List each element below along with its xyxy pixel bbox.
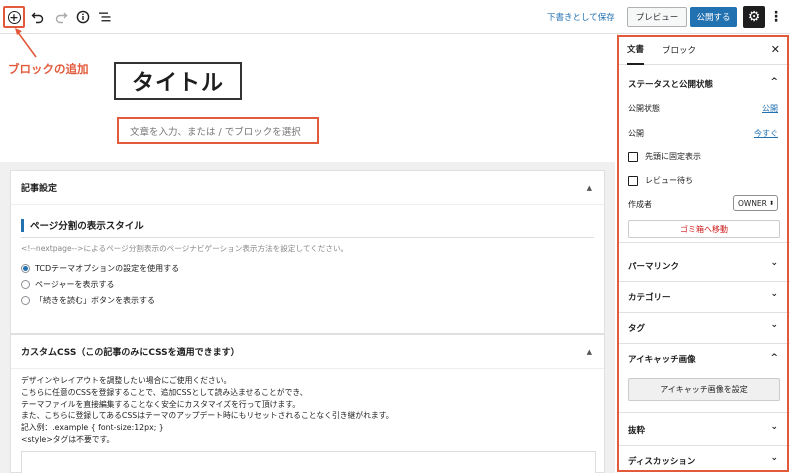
- pagebreak-title-text: ページ分割の表示スタイル: [30, 221, 144, 232]
- list-view-icon: [99, 12, 111, 22]
- checkbox-label: レビュー待ち: [645, 176, 693, 185]
- settings-button[interactable]: ⚙: [743, 6, 765, 28]
- custom-css-header[interactable]: カスタムCSS（この記事のみにCSSを適用できます）: [11, 335, 604, 369]
- add-block-button[interactable]: +: [3, 6, 25, 28]
- radio-button[interactable]: [21, 296, 30, 305]
- gear-icon: ⚙: [747, 9, 761, 25]
- section-heading: 抜粋: [628, 426, 646, 436]
- description-line: こちらに任意のCSSを登録することで、追加CSSとして読み込ませることができ、: [21, 387, 308, 397]
- checkbox-label: 先頭に固定表示: [645, 152, 701, 161]
- more-vertical-icon: ⋮: [769, 9, 783, 25]
- description-line: <style>タグは不要です。: [21, 434, 115, 444]
- chevron-down-icon[interactable]: ⌄: [770, 422, 778, 432]
- section-heading: パーマリンク: [628, 262, 680, 272]
- author-label: 作成者: [628, 200, 652, 209]
- settings-sidebar: 文書 ブロック ✕ ステータスと公開状態 ^ 公開状態 公開 公開 今すぐ 先頭…: [617, 34, 790, 473]
- categories-section[interactable]: カテゴリー ⌄: [618, 282, 790, 313]
- discussion-section[interactable]: ディスカッション ⌄: [618, 446, 790, 473]
- excerpt-section[interactable]: 抜粋 ⌄: [618, 413, 790, 446]
- radio-selected-dot: [23, 266, 28, 271]
- radio-button[interactable]: [21, 280, 30, 289]
- section-accent-bar: [21, 218, 24, 232]
- info-icon: [76, 10, 90, 24]
- description-line: テーマファイルを直接編集することなく安全にカスタマイズを行って頂けます。: [21, 399, 301, 409]
- radio-label: 「続きを読む」ボタンを表示する: [35, 296, 155, 305]
- custom-css-description: デザインやレイアウトを調整したい場合にご使用ください。 こちらに任意のCSSを登…: [21, 375, 394, 446]
- visibility-link[interactable]: 公開: [762, 103, 778, 114]
- chevron-down-icon[interactable]: ⌄: [770, 320, 778, 330]
- publish-date-link[interactable]: 今すぐ: [754, 128, 778, 139]
- redo-button[interactable]: [50, 6, 72, 28]
- sticky-checkbox[interactable]: [628, 151, 638, 162]
- author-value: OWNER: [738, 198, 767, 208]
- sidebar-tabs: 文書 ブロック ✕: [618, 35, 790, 65]
- publish-date-label: 公開: [628, 129, 644, 138]
- author-select[interactable]: OWNER ⬍: [733, 195, 778, 211]
- post-title-input[interactable]: タイトル: [114, 62, 242, 100]
- article-settings-panel: 記事設定 ▲ ページ分割の表示スタイル <!--nextpage-->によるペー…: [10, 170, 605, 334]
- chevron-down-icon[interactable]: ⌄: [770, 453, 778, 463]
- section-heading[interactable]: ステータスと公開状態: [628, 78, 713, 90]
- sticky-checkbox-row[interactable]: 先頭に固定表示: [628, 151, 701, 162]
- pagebreak-description: <!--nextpage-->によるページ分割表示のページナビゲーション表示方法…: [21, 244, 349, 253]
- chevron-down-icon[interactable]: ⌄: [770, 289, 778, 299]
- annotation-label: ブロックの追加: [8, 62, 89, 76]
- panel-title: カスタムCSS（この記事のみにCSSを適用できます）: [21, 348, 240, 358]
- radio-option-readmore[interactable]: 「続きを読む」ボタンを表示する: [21, 295, 155, 306]
- publish-button[interactable]: 公開する: [690, 7, 737, 27]
- section-heading: ディスカッション: [628, 457, 696, 467]
- featured-image-section: アイキャッチ画像 ^ アイキャッチ画像を設定: [618, 344, 790, 413]
- section-heading: タグ: [628, 324, 646, 334]
- panel-title: 記事設定: [21, 184, 58, 194]
- pagebreak-title: ページ分割の表示スタイル: [21, 218, 144, 232]
- description-line: 記入例：.example { font-size:12px; }: [21, 423, 164, 433]
- section-heading[interactable]: アイキャッチ画像: [628, 353, 696, 365]
- plus-icon: +: [7, 10, 21, 24]
- redo-icon: [55, 12, 68, 24]
- editor-toolbar: + 下書きとして保存 プレビュー 公開する ⚙ ⋮: [0, 0, 790, 34]
- chevron-down-icon[interactable]: ⌄: [770, 258, 778, 268]
- pending-checkbox[interactable]: [628, 175, 638, 186]
- details-button[interactable]: [72, 6, 94, 28]
- status-visibility-section: ステータスと公開状態 ^ 公開状態 公開 公開 今すぐ 先頭に固定表示 レビュー…: [618, 65, 790, 243]
- description-line: また、こちらに登録してあるCSSはテーマのアップデート時にもリセットされることな…: [21, 411, 394, 421]
- chevron-up-icon[interactable]: ^: [770, 77, 778, 87]
- list-view-button[interactable]: [94, 6, 116, 28]
- annotation-arrow-icon: [15, 28, 37, 58]
- preview-button[interactable]: プレビュー: [627, 7, 687, 27]
- permalink-section[interactable]: パーマリンク ⌄: [618, 251, 790, 282]
- set-featured-image-button[interactable]: アイキャッチ画像を設定: [628, 378, 780, 401]
- save-draft-button[interactable]: 下書きとして保存: [547, 11, 615, 23]
- close-icon[interactable]: ✕: [771, 43, 780, 56]
- divider: [21, 237, 594, 238]
- pending-checkbox-row[interactable]: レビュー待ち: [628, 175, 693, 186]
- more-options-button[interactable]: ⋮: [769, 6, 783, 28]
- collapse-caret-icon[interactable]: ▲: [587, 348, 592, 356]
- select-arrows-icon: ⬍: [768, 199, 774, 207]
- paragraph-block-placeholder[interactable]: 文章を入力、または / でブロックを選択: [117, 117, 319, 144]
- undo-button[interactable]: [27, 6, 49, 28]
- undo-icon: [31, 12, 44, 24]
- article-settings-header[interactable]: 記事設定: [11, 171, 604, 205]
- collapse-caret-icon[interactable]: ▲: [587, 184, 592, 192]
- visibility-label: 公開状態: [628, 104, 660, 113]
- radio-label: ページャーを表示する: [35, 280, 115, 289]
- section-heading: カテゴリー: [628, 293, 671, 303]
- radio-button[interactable]: [21, 264, 30, 273]
- custom-css-textarea[interactable]: [21, 451, 596, 473]
- radio-label: TCDテーマオプションの設定を使用する: [35, 264, 180, 273]
- tags-section[interactable]: タグ ⌄: [618, 313, 790, 344]
- chevron-up-icon[interactable]: ^: [770, 353, 778, 363]
- custom-css-panel: カスタムCSS（この記事のみにCSSを適用できます） ▲ デザインやレイアウトを…: [10, 334, 605, 473]
- description-line: デザインやレイアウトを調整したい場合にご使用ください。: [21, 376, 232, 385]
- tab-document[interactable]: 文書: [627, 35, 645, 65]
- radio-option-theme[interactable]: TCDテーマオプションの設定を使用する: [21, 263, 179, 274]
- tab-block[interactable]: ブロック: [662, 35, 696, 65]
- radio-option-pager[interactable]: ページャーを表示する: [21, 279, 114, 290]
- move-to-trash-button[interactable]: ゴミ箱へ移動: [628, 220, 780, 238]
